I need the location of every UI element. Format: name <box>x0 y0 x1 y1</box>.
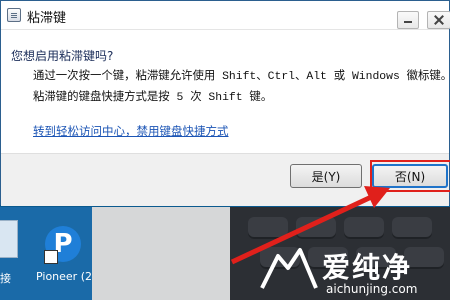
desktop-file-icon[interactable] <box>0 220 18 258</box>
keyboard-key <box>248 217 288 239</box>
watermark-url: aichunjing.com <box>326 282 418 296</box>
watermark-logo-icon <box>260 248 318 289</box>
close-button[interactable] <box>427 11 450 29</box>
dialog-titlebar: 粘滞键 <box>1 1 450 30</box>
watermark-text: 爱纯净 <box>322 251 413 284</box>
keyboard-key <box>296 217 336 239</box>
shortcut-arrow-icon <box>44 250 58 264</box>
pioneer-app-label: Pioneer (2 <box>36 270 92 283</box>
ease-of-access-link[interactable]: 转到轻松访问中心，禁用键盘快捷方式 <box>33 123 229 139</box>
highlight-box <box>370 160 450 192</box>
desktop-icon-label: 接 <box>0 272 11 285</box>
dialog-description: 通过一次按一个键，粘滞键允许使用 Shift、Ctrl、Alt 或 Window… <box>33 71 450 104</box>
keyboard-key <box>344 217 384 239</box>
keyboard-key <box>392 217 432 239</box>
yes-button[interactable]: 是(Y) <box>290 164 362 188</box>
minimize-button[interactable] <box>397 11 419 29</box>
dialog-question: 您想启用粘滞键吗? <box>11 49 114 63</box>
dialog-title: 粘滞键 <box>27 11 67 26</box>
keyboard-icon <box>7 8 21 22</box>
